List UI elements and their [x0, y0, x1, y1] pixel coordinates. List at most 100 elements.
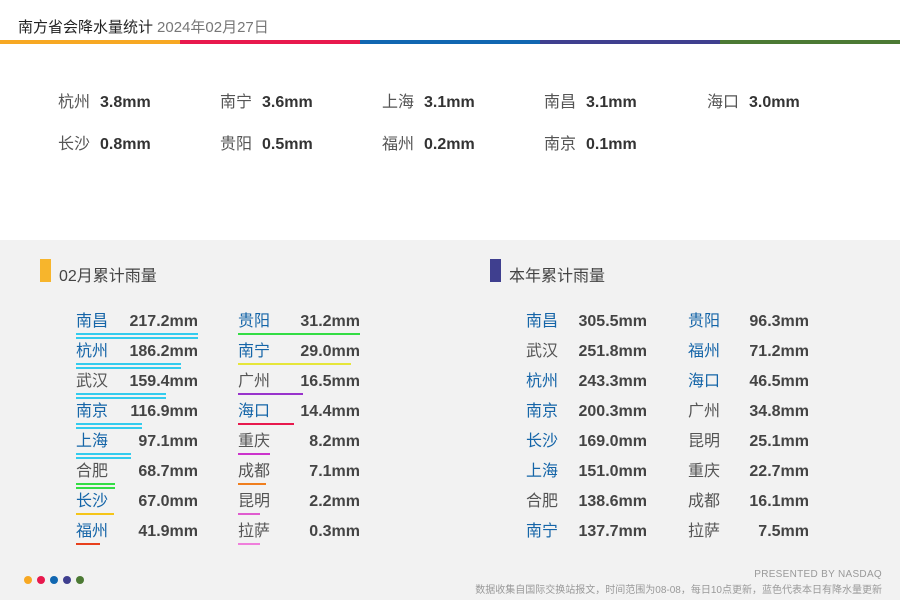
value-bar [238, 423, 294, 425]
row-value: 31.2mm [300, 313, 360, 330]
row-city: 武汉 [526, 343, 559, 360]
table-row: 海口 14.4mm [238, 402, 360, 432]
row-value: 251.8mm [578, 343, 648, 360]
row-city: 福州 [76, 523, 109, 540]
row-city: 广州 [238, 373, 271, 390]
value-bar-secondary [76, 487, 115, 489]
table-row: 杭州 186.2mm [76, 342, 198, 372]
value-bar [238, 483, 266, 485]
table-row: 成都 16.1mm [688, 492, 809, 522]
today-value: 3.1mm [586, 94, 637, 111]
title-text: 南方省会降水量统计 [18, 19, 154, 36]
today-value: 0.1mm [586, 136, 637, 153]
value-bar [238, 513, 260, 515]
table-row: 贵阳 31.2mm [238, 312, 360, 342]
row-value: 159.4mm [129, 373, 199, 390]
yearly-section-mark [490, 259, 501, 282]
table-row: 合肥 68.7mm [76, 462, 198, 492]
today-city: 上海 [382, 94, 415, 111]
row-value: 186.2mm [129, 343, 199, 360]
row-city: 南京 [526, 403, 559, 420]
table-row: 长沙 169.0mm [526, 432, 647, 462]
row-city: 海口 [688, 373, 721, 390]
today-city: 杭州 [58, 94, 91, 111]
page-title: 南方省会降水量统计 2024年02月27日 [18, 16, 269, 37]
row-city: 武汉 [76, 373, 109, 390]
row-value: 0.3mm [309, 523, 360, 540]
color-dot [24, 576, 32, 584]
row-value: 16.5mm [300, 373, 360, 390]
table-row: 重庆 22.7mm [688, 462, 809, 492]
value-bar-secondary [76, 457, 131, 459]
row-value: 16.1mm [749, 493, 809, 510]
color-dot [63, 576, 71, 584]
color-dot [37, 576, 45, 584]
table-row: 福州 71.2mm [688, 342, 809, 372]
value-bar [76, 543, 100, 545]
row-value: 116.9mm [130, 403, 198, 420]
row-value: 34.8mm [749, 403, 809, 420]
today-item: 上海 3.1mm [382, 88, 475, 112]
table-row: 南昌 217.2mm [76, 312, 198, 342]
row-city: 南昌 [76, 313, 109, 330]
row-city: 南京 [76, 403, 109, 420]
value-bar [76, 393, 166, 395]
row-city: 昆明 [238, 493, 271, 510]
table-row: 南宁 29.0mm [238, 342, 360, 372]
row-city: 南宁 [526, 523, 559, 540]
table-row: 成都 7.1mm [238, 462, 360, 492]
table-row: 合肥 138.6mm [526, 492, 647, 522]
row-city: 上海 [526, 463, 559, 480]
today-city: 南宁 [220, 94, 253, 111]
table-row: 杭州 243.3mm [526, 372, 647, 402]
row-city: 南宁 [238, 343, 271, 360]
today-city: 长沙 [58, 136, 91, 153]
row-value: 169.0mm [578, 433, 648, 450]
value-bar [238, 543, 260, 545]
table-row: 拉萨 7.5mm [688, 522, 809, 552]
table-row: 重庆 8.2mm [238, 432, 360, 462]
today-city: 海口 [707, 94, 740, 111]
row-value: 96.3mm [749, 313, 809, 330]
row-city: 重庆 [688, 463, 721, 480]
row-value: 137.7mm [578, 523, 648, 540]
table-row: 南昌 305.5mm [526, 312, 647, 342]
value-bar [76, 453, 131, 455]
value-bar-secondary [76, 337, 198, 339]
today-city: 福州 [382, 136, 415, 153]
row-city: 长沙 [76, 493, 109, 510]
table-row: 南宁 137.7mm [526, 522, 647, 552]
value-bar [76, 363, 181, 365]
row-value: 29.0mm [300, 343, 360, 360]
table-row: 上海 151.0mm [526, 462, 647, 492]
row-value: 2.2mm [309, 493, 360, 510]
row-city: 拉萨 [238, 523, 271, 540]
row-city: 广州 [688, 403, 721, 420]
row-city: 福州 [688, 343, 721, 360]
color-dots [24, 576, 84, 584]
row-value: 14.4mm [300, 403, 360, 420]
table-row: 武汉 159.4mm [76, 372, 198, 402]
row-value: 8.2mm [309, 433, 360, 450]
today-item: 福州 0.2mm [382, 130, 475, 154]
row-city: 拉萨 [688, 523, 721, 540]
cumulative-panel: 02月累计雨量 本年累计雨量 南昌 217.2mm 杭州 186.2mm 武汉 159.4… [0, 240, 900, 600]
row-value: 217.2mm [129, 313, 199, 330]
today-item: 海口 3.0mm [707, 88, 800, 112]
today-city: 南京 [544, 136, 577, 153]
row-value: 97.1mm [138, 433, 198, 450]
report-date: 2024年02月27日 [157, 19, 269, 36]
row-city: 贵阳 [238, 313, 271, 330]
row-value: 46.5mm [749, 373, 809, 390]
today-city: 贵阳 [220, 136, 253, 153]
color-dot [76, 576, 84, 584]
row-value: 243.3mm [578, 373, 648, 390]
table-row: 贵阳 96.3mm [688, 312, 809, 342]
presented-by: PRESENTED BY NASDAQ [754, 569, 882, 580]
value-bar-secondary [76, 427, 142, 429]
today-value: 0.5mm [262, 136, 313, 153]
today-value: 3.8mm [100, 94, 151, 111]
today-item: 南宁 3.6mm [220, 88, 313, 112]
today-value: 3.1mm [424, 94, 475, 111]
value-bar-secondary [76, 397, 166, 399]
